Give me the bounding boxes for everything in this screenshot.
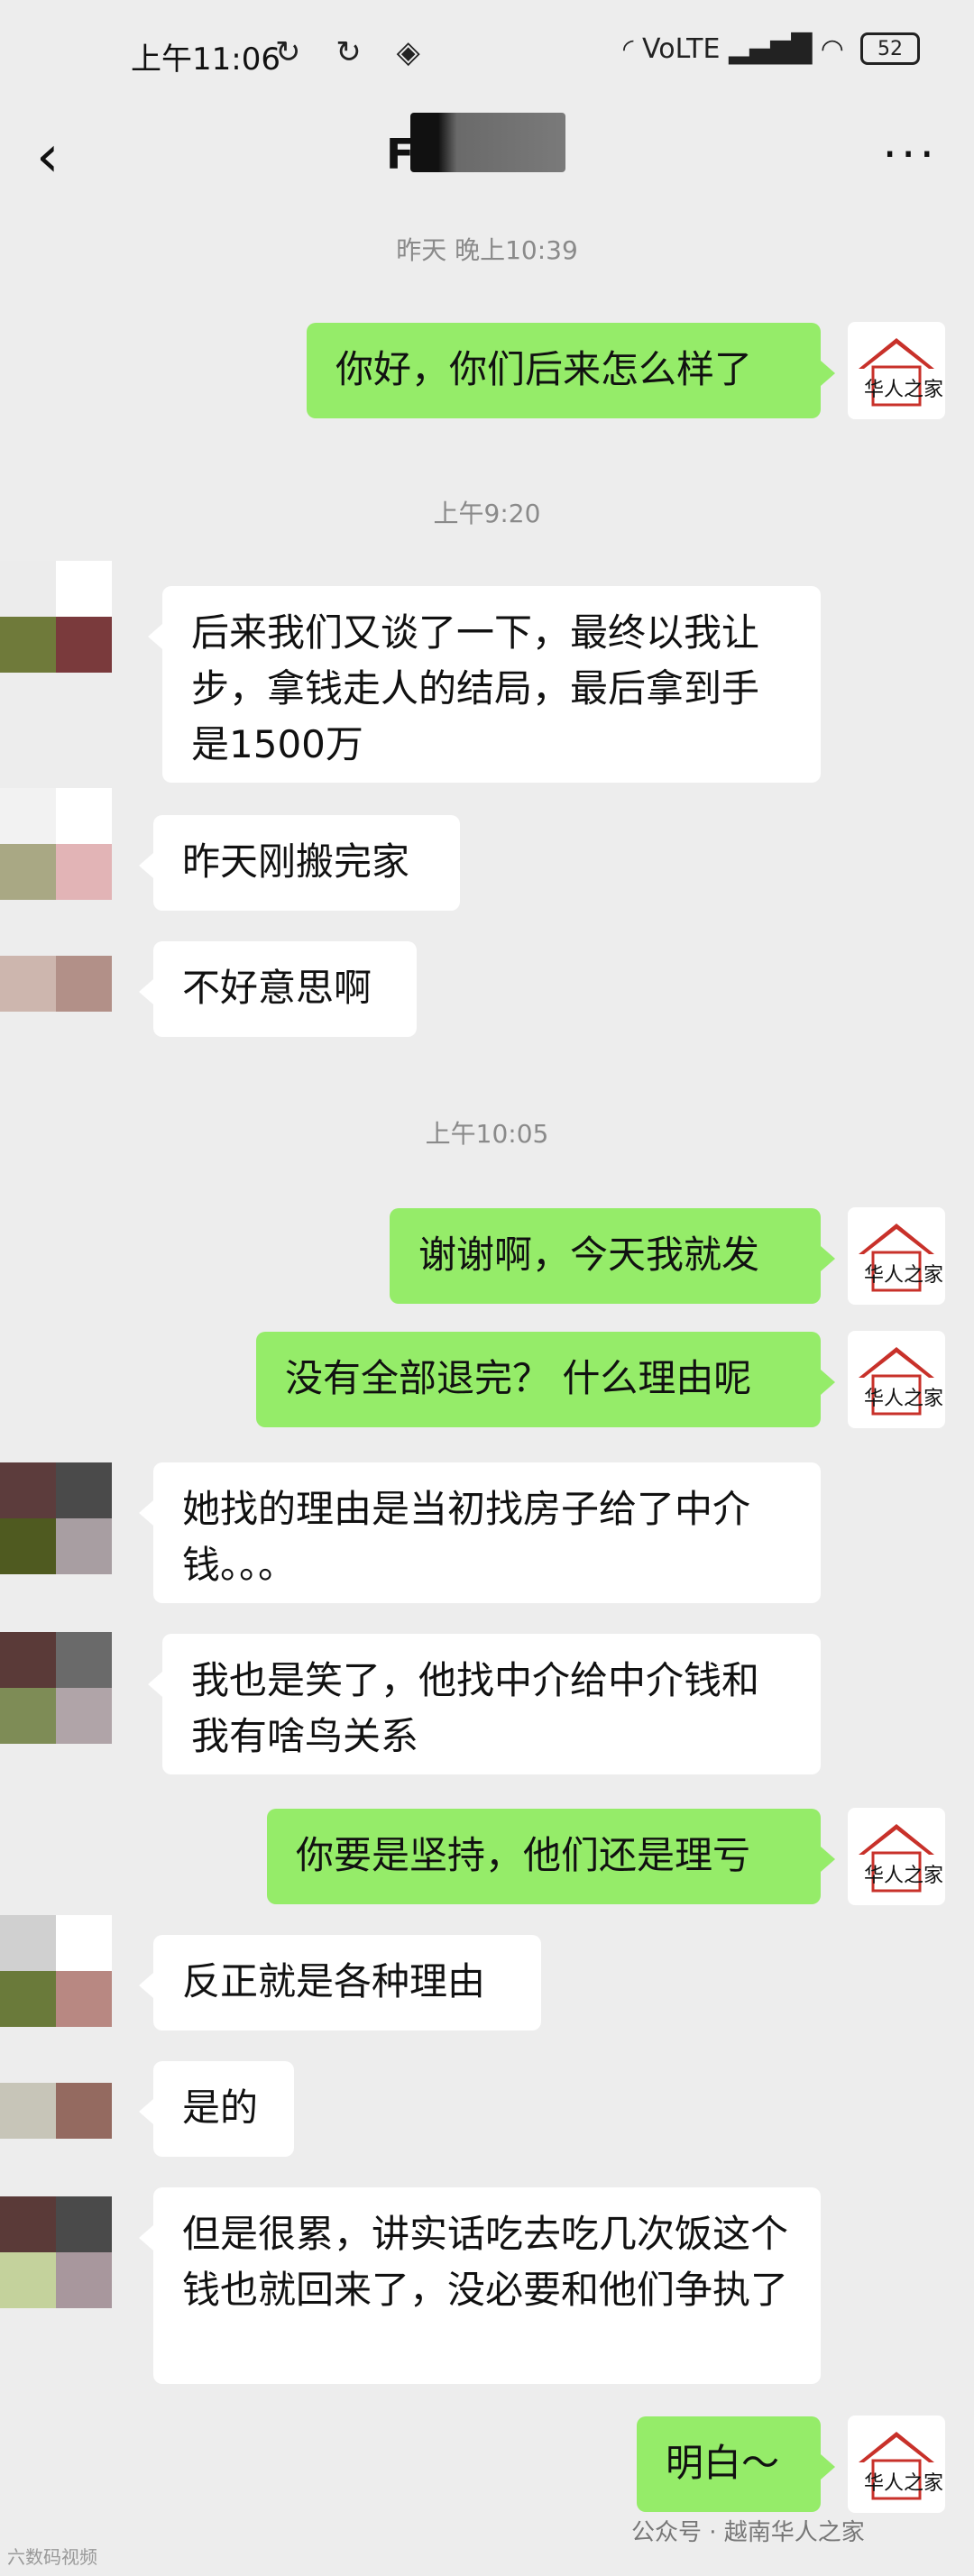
svg-text:华人之家: 华人之家: [864, 1388, 943, 1410]
message-bubble-incoming[interactable]: 后来我们又谈了一下，最终以我让步，拿钱走人的结局，最后拿到手是1500万: [148, 586, 821, 783]
message-bubble-incoming[interactable]: 但是很累，讲实话吃去吃几次饭这个钱也就回来了，没必要和他们争执了: [139, 2187, 821, 2384]
message-bubble-incoming[interactable]: 她找的理由是当初找房子给了中介钱。。。: [139, 1462, 821, 1603]
svg-text:华人之家: 华人之家: [864, 379, 943, 401]
house-logo-icon: 华人之家: [859, 338, 943, 407]
message-bubble-incoming[interactable]: 我也是笑了，他找中介给中介钱和我有啥鸟关系: [148, 1634, 821, 1774]
message-bubble-outgoing[interactable]: 你好，你们后来怎么样了: [307, 323, 835, 418]
my-avatar[interactable]: 华人之家: [848, 322, 945, 419]
status-time: 上午11:06: [131, 41, 280, 78]
my-avatar[interactable]: 华人之家: [848, 2416, 945, 2513]
message-bubble-outgoing[interactable]: 你要是坚持，他们还是理亏: [267, 1809, 835, 1904]
svg-text:华人之家: 华人之家: [864, 2472, 943, 2495]
my-avatar[interactable]: 华人之家: [848, 1808, 945, 1905]
status-bar: 上午11:06 ↻ ↻ ◈ ◜ VoLTE ▂▄▆█ ◠ 52: [0, 0, 974, 105]
back-button[interactable]: ‹: [36, 121, 99, 193]
status-right-group: ◜ VoLTE ▂▄▆█ ◠ 52: [623, 32, 920, 65]
contact-avatar[interactable]: [0, 940, 112, 1012]
message-bubble-incoming[interactable]: 是的: [139, 2061, 294, 2157]
house-logo-icon: 华人之家: [859, 2432, 943, 2500]
message-bubble-outgoing[interactable]: 没有全部退完？ 什么理由呢: [256, 1332, 835, 1427]
contact-avatar[interactable]: [0, 788, 112, 900]
my-avatar[interactable]: 华人之家: [848, 1207, 945, 1305]
contact-avatar[interactable]: [0, 1462, 112, 1574]
house-logo-icon: 华人之家: [859, 1347, 943, 1416]
timestamp: 昨天 晚上10:39: [396, 235, 578, 265]
message-bubble-incoming[interactable]: 反正就是各种理由: [139, 1935, 541, 2031]
contact-avatar[interactable]: [0, 1632, 112, 1744]
house-logo-icon: 华人之家: [859, 1224, 943, 1292]
status-notification-icons: ↻ ↻ ◈: [275, 34, 433, 70]
wechat-watermark: 公众号 · 越南华人之家: [631, 2519, 865, 2546]
message-bubble-incoming[interactable]: 不好意思啊: [139, 941, 417, 1037]
message-bubble-outgoing[interactable]: 明白～: [637, 2416, 835, 2512]
svg-text:华人之家: 华人之家: [864, 1264, 943, 1287]
battery-icon: 52: [860, 32, 920, 65]
message-bubble-outgoing[interactable]: 谢谢啊，今天我就发: [390, 1208, 835, 1304]
redacted-name-mask: [410, 113, 565, 172]
contact-avatar[interactable]: [0, 2196, 112, 2308]
house-logo-icon: 华人之家: [859, 1824, 943, 1893]
contact-avatar[interactable]: [0, 1915, 112, 2027]
contact-avatar[interactable]: [0, 2059, 112, 2141]
message-bubble-incoming[interactable]: 昨天刚搬完家: [139, 815, 460, 911]
timestamp: 上午9:20: [433, 499, 541, 528]
contact-avatar[interactable]: [0, 561, 112, 673]
corner-watermark: 六数码视频: [7, 2546, 97, 2568]
chat-header: ‹ F ···: [0, 105, 974, 213]
more-options-button[interactable]: ···: [882, 128, 938, 182]
signal-wifi-icons: ◜ VoLTE ▂▄▆█ ◠: [622, 32, 844, 65]
my-avatar[interactable]: 华人之家: [848, 1331, 945, 1428]
timestamp: 上午10:05: [425, 1119, 549, 1149]
svg-text:华人之家: 华人之家: [864, 1865, 943, 1887]
